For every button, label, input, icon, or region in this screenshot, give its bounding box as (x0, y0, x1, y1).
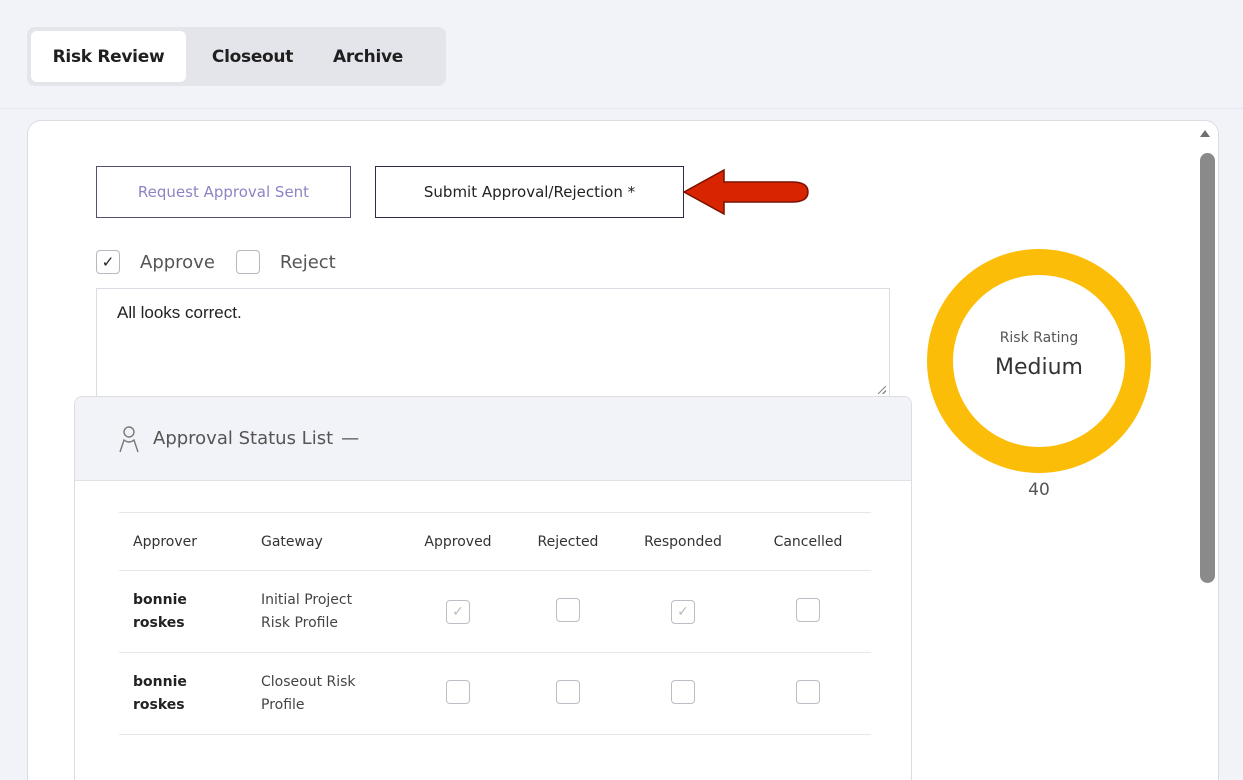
tab-risk-review[interactable]: Risk Review (31, 31, 186, 82)
cancelled-checkbox[interactable] (796, 597, 820, 622)
col-responded: Responded (621, 512, 745, 571)
collapse-icon[interactable]: — (341, 428, 359, 449)
rejected-checkbox[interactable] (556, 679, 580, 704)
approver-cell: bonnie roskes (119, 570, 247, 653)
approval-status-header[interactable]: Approval Status List — (75, 397, 911, 481)
approver-first-name: bonnie (133, 591, 187, 608)
table-header-row: Approver Gateway Approved Rejected Respo… (119, 512, 871, 571)
approval-status-table: Approver Gateway Approved Rejected Respo… (119, 512, 871, 735)
approved-checkbox[interactable] (446, 679, 470, 704)
tab-closeout[interactable]: Closeout (186, 31, 319, 82)
gateway-line-1: Closeout Risk (261, 673, 356, 690)
resize-handle-icon[interactable] (878, 386, 886, 394)
risk-score: 40 (1028, 480, 1050, 500)
col-gateway: Gateway (247, 512, 401, 571)
approval-status-panel: Approval Status List — Approver Gateway … (74, 396, 912, 780)
approver-last-name: roskes (133, 614, 185, 631)
rejected-checkbox[interactable] (556, 597, 580, 622)
tab-bar: Risk Review Closeout Archive (27, 27, 446, 86)
approve-checkbox[interactable]: ✓ (96, 250, 120, 274)
approver-first-name: bonnie (133, 673, 187, 690)
approved-checkbox[interactable]: ✓ (446, 599, 470, 624)
gateway-cell: Closeout Risk Profile (247, 652, 401, 735)
submit-approval-rejection-button[interactable]: Submit Approval/Rejection * (375, 166, 684, 218)
user-icon (119, 425, 139, 452)
cancelled-checkbox[interactable] (796, 679, 820, 704)
gateway-cell: Initial Project Risk Profile (247, 570, 401, 653)
gateway-line-1: Initial Project (261, 591, 353, 608)
decision-checkboxes: ✓ Approve Reject (96, 250, 357, 274)
tab-archive[interactable]: Archive (319, 31, 417, 82)
col-approved: Approved (401, 512, 515, 571)
approver-last-name: roskes (133, 696, 185, 713)
scroll-up-arrow-icon[interactable] (1200, 130, 1210, 137)
table-row: bonnie roskes Initial Project Risk Profi… (119, 570, 871, 653)
comment-text: All looks correct. (117, 303, 242, 322)
responded-checkbox[interactable] (671, 679, 695, 704)
comment-textarea[interactable]: All looks correct. (96, 288, 890, 398)
gateway-line-2: Risk Profile (261, 614, 338, 631)
responded-checkbox[interactable]: ✓ (671, 599, 695, 624)
reject-checkbox[interactable] (235, 250, 260, 274)
gateway-line-2: Profile (261, 696, 305, 713)
col-rejected: Rejected (515, 512, 621, 571)
reject-label: Reject (279, 251, 336, 273)
divider (0, 108, 1243, 109)
col-cancelled: Cancelled (745, 512, 871, 571)
risk-rating-value: Medium (995, 355, 1083, 380)
approval-status-title: Approval Status List (153, 428, 334, 449)
red-arrow-annotation-icon (682, 168, 809, 216)
table-row: bonnie roskes Closeout Risk Profile (119, 652, 871, 735)
request-approval-sent-button[interactable]: Request Approval Sent (96, 166, 351, 218)
approve-label: Approve (140, 251, 215, 273)
scrollbar-thumb[interactable] (1200, 153, 1215, 583)
approver-cell: bonnie roskes (119, 652, 247, 735)
risk-rating-label: Risk Rating (999, 330, 1079, 346)
col-approver: Approver (119, 512, 247, 571)
